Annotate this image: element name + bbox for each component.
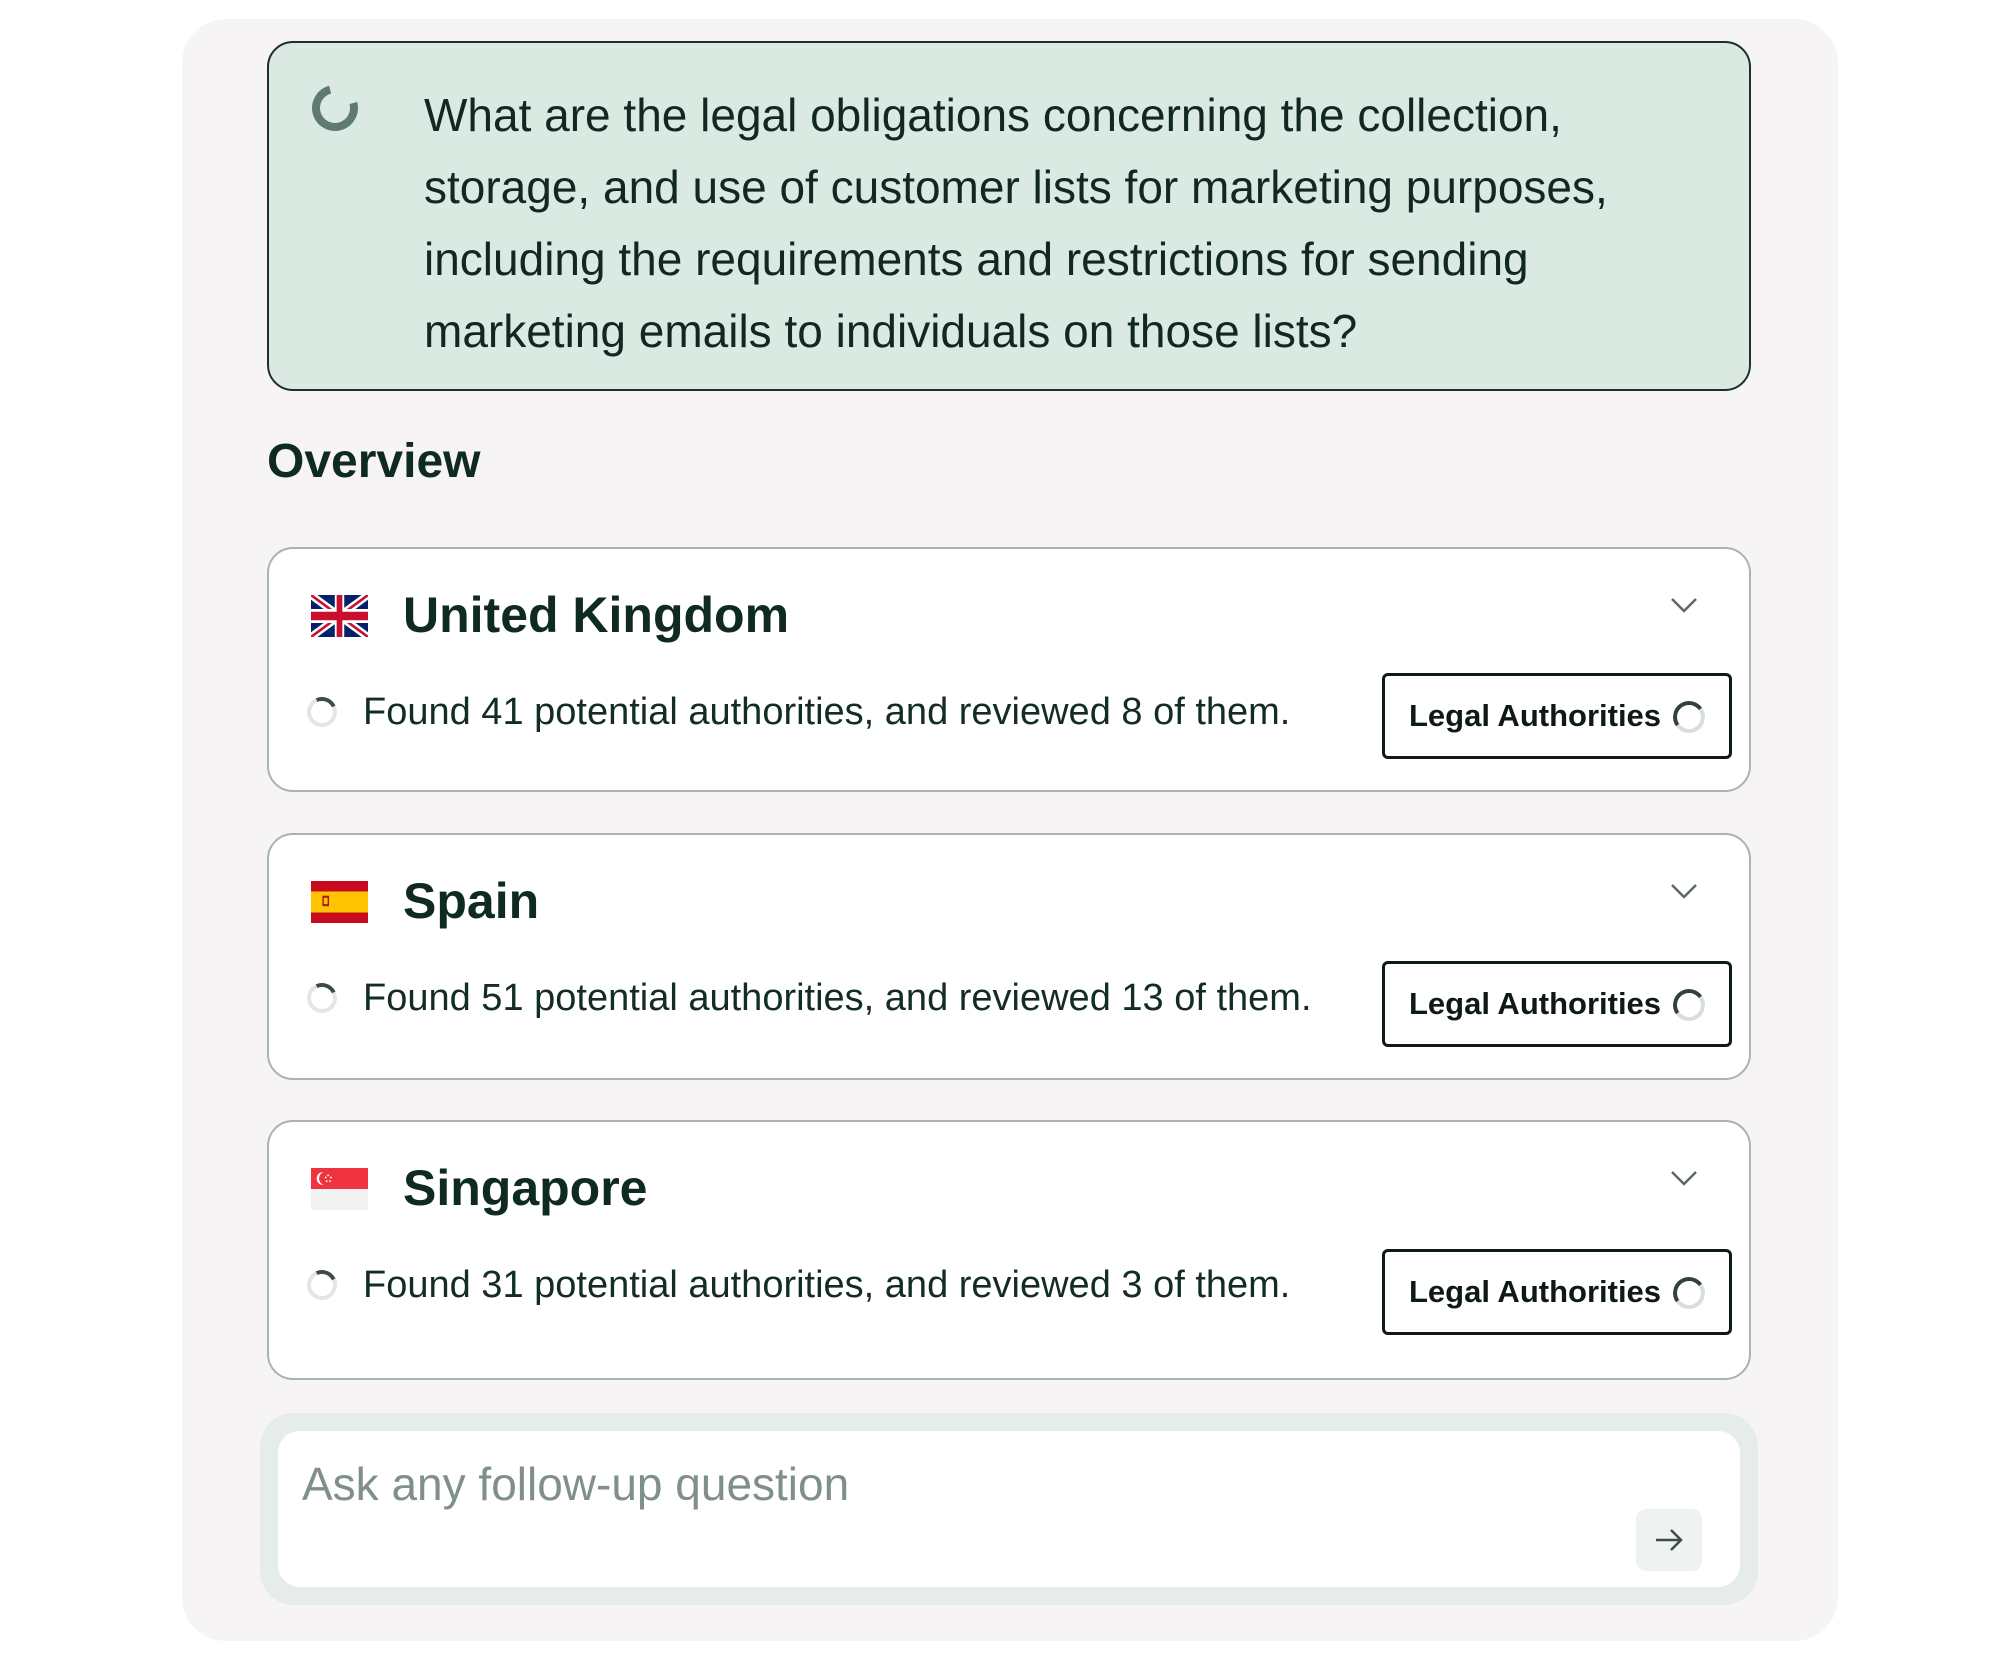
legal-authorities-button[interactable]: Legal Authorities: [1382, 673, 1732, 759]
uk-flag-icon: [311, 595, 368, 637]
legal-authorities-label: Legal Authorities: [1409, 1274, 1662, 1309]
loading-spinner-icon: [303, 76, 367, 140]
status-text: Found 41 potential authorities, and revi…: [363, 690, 1291, 733]
status-text: Found 51 potential authorities, and revi…: [363, 976, 1312, 1019]
status-row: Found 41 potential authorities, and revi…: [302, 687, 1291, 737]
loading-spinner-icon: [1670, 698, 1708, 736]
legal-authorities-label: Legal Authorities: [1409, 698, 1662, 733]
query-bubble: What are the legal obligations concernin…: [267, 41, 1751, 391]
status-row: Found 51 potential authorities, and revi…: [302, 973, 1312, 1023]
loading-spinner-icon: [302, 1265, 342, 1305]
country-name: United Kingdom: [403, 587, 790, 643]
loading-spinner-icon: [1670, 986, 1708, 1024]
legal-authorities-button[interactable]: Legal Authorities: [1382, 1249, 1732, 1335]
chat-panel: What are the legal obligations concernin…: [182, 19, 1838, 1641]
country-name: Spain: [403, 873, 540, 929]
chevron-down-icon[interactable]: [1669, 881, 1699, 901]
status-row: Found 31 potential authorities, and revi…: [302, 1260, 1291, 1310]
send-button[interactable]: [1636, 1509, 1702, 1571]
legal-authorities-button[interactable]: Legal Authorities: [1382, 961, 1732, 1047]
arrow-right-icon: [1656, 1529, 1683, 1551]
loading-spinner-icon: [302, 692, 342, 732]
overview-heading: Overview: [267, 435, 481, 488]
status-text: Found 31 potential authorities, and revi…: [363, 1263, 1291, 1306]
loading-spinner-icon: [1670, 1274, 1708, 1312]
country-name: Singapore: [403, 1160, 648, 1216]
jurisdiction-card-singapore[interactable]: Singapore Found 31 potential authorities…: [267, 1120, 1751, 1380]
chevron-down-icon[interactable]: [1669, 1168, 1699, 1188]
legal-authorities-label: Legal Authorities: [1409, 986, 1662, 1021]
followup-input[interactable]: [302, 1449, 1602, 1519]
spain-flag-icon: [311, 881, 368, 923]
chevron-down-icon[interactable]: [1669, 595, 1699, 615]
singapore-flag-icon: [311, 1168, 368, 1210]
jurisdiction-card-united-kingdom[interactable]: United Kingdom Found 41 potential author…: [267, 547, 1751, 792]
jurisdiction-card-spain[interactable]: Spain Found 51 potential authorities, an…: [267, 833, 1751, 1080]
followup-input-container[interactable]: [278, 1431, 1740, 1587]
query-text: What are the legal obligations concernin…: [424, 89, 1608, 357]
followup-composer: [260, 1413, 1758, 1605]
loading-spinner-icon: [302, 978, 342, 1018]
